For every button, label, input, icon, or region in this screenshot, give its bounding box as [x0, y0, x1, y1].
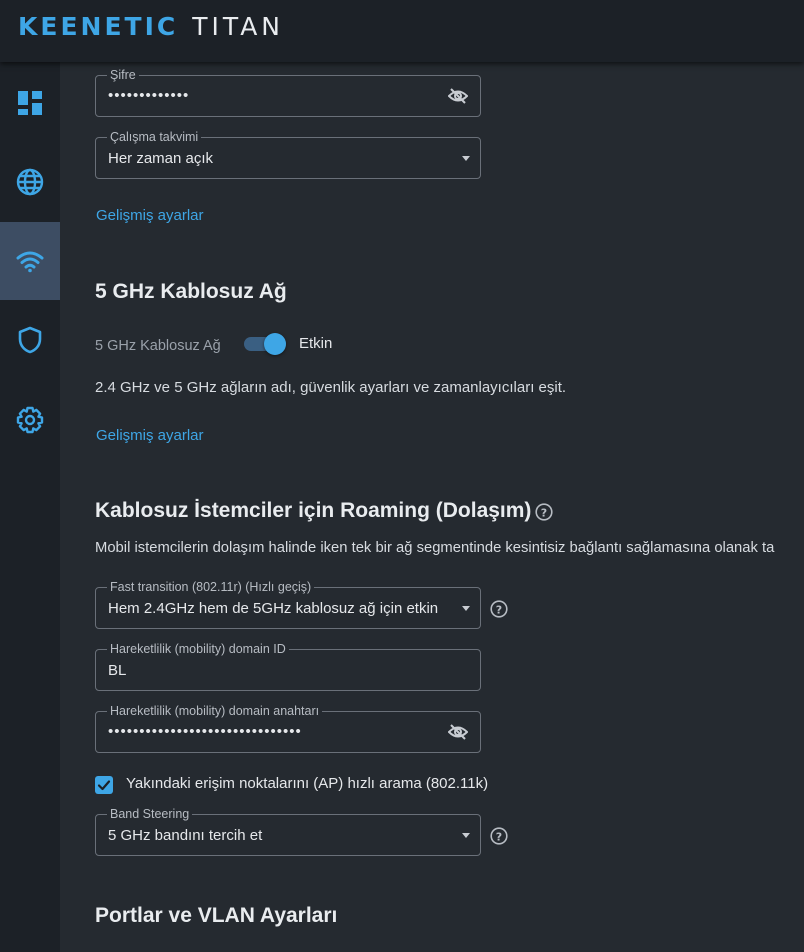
eye-off-icon	[447, 724, 469, 740]
fast-transition-select[interactable]: Fast transition (802.11r) (Hızlı geçiş) …	[95, 580, 481, 629]
roaming-help-button[interactable]: ?	[535, 503, 553, 526]
globe-icon	[16, 168, 44, 196]
mobility-domain-key-field[interactable]: Hareketlilik (mobility) domain anahtarı …	[95, 704, 481, 753]
sidebar-item-settings[interactable]	[0, 381, 60, 459]
sidebar	[0, 62, 60, 952]
chevron-down-icon	[462, 156, 470, 161]
toggle-knob	[264, 333, 286, 355]
logo-brand: KEENETIC	[18, 12, 179, 41]
password-value: •••••••••••••	[108, 87, 190, 104]
fast-scan-checkbox[interactable]	[95, 776, 113, 794]
mobility-domain-key-value: •••••••••••••••••••••••••••••••	[108, 723, 302, 740]
mobility-domain-key-label: Hareketlilik (mobility) domain anahtarı	[107, 704, 323, 718]
toggle-key-visibility-button[interactable]	[447, 723, 469, 746]
band-steering-value: 5 GHz bandını tercih et	[108, 827, 263, 844]
top-bar: KEENETIC TITAN	[0, 0, 804, 62]
svg-text:?: ?	[496, 603, 502, 616]
sidebar-item-dashboard[interactable]	[0, 64, 60, 142]
fast-scan-label[interactable]: Yakındaki erişim noktalarını (AP) hızlı …	[126, 775, 488, 792]
help-icon: ?	[490, 600, 508, 618]
fast-transition-label: Fast transition (802.11r) (Hızlı geçiş)	[107, 580, 315, 594]
fast-transition-value: Hem 2.4GHz hem de 5GHz kablosuz ağ için …	[108, 600, 439, 617]
sidebar-item-security[interactable]	[0, 301, 60, 379]
advanced-settings-link-5[interactable]: Gelişmiş ayarlar	[96, 427, 204, 444]
section-heading-roaming: Kablosuz İstemciler için Roaming (Dolaşı…	[95, 499, 532, 522]
band-steering-label: Band Steering	[107, 807, 193, 821]
band-steering-help-button[interactable]: ?	[490, 827, 508, 850]
main-content: Şifre ••••••••••••• Çalışma takvimi Her …	[60, 62, 804, 952]
logo-model: TITAN	[192, 12, 285, 41]
shield-icon	[18, 326, 42, 354]
sidebar-item-wifi[interactable]	[0, 222, 60, 300]
mobility-domain-id-field[interactable]: Hareketlilik (mobility) domain ID BL	[95, 642, 481, 691]
help-icon: ?	[535, 503, 553, 521]
eye-off-icon	[447, 88, 469, 104]
wifi-icon	[16, 251, 44, 273]
wifi5-note: 2.4 GHz ve 5 GHz ağların adı, güvenlik a…	[95, 379, 567, 396]
schedule-label: Çalışma takvimi	[107, 130, 202, 144]
section-heading-5ghz: 5 GHz Kablosuz Ağ	[95, 280, 287, 303]
band-steering-select[interactable]: Band Steering 5 GHz bandını tercih et	[95, 807, 481, 856]
password-field[interactable]: Şifre •••••••••••••	[95, 68, 481, 117]
svg-text:?: ?	[496, 830, 502, 843]
fast-transition-help-button[interactable]: ?	[490, 600, 508, 623]
help-icon: ?	[490, 827, 508, 845]
wifi5-toggle-state: Etkin	[299, 335, 333, 352]
toggle-password-visibility-button[interactable]	[447, 87, 469, 110]
schedule-select[interactable]: Çalışma takvimi Her zaman açık	[95, 130, 481, 179]
password-label: Şifre	[107, 68, 139, 82]
chevron-down-icon	[462, 606, 470, 611]
chevron-down-icon	[462, 833, 470, 838]
svg-text:?: ?	[541, 506, 547, 519]
checkmark-icon	[97, 780, 111, 791]
wifi5-toggle[interactable]	[244, 333, 286, 355]
section-heading-ports: Portlar ve VLAN Ayarları	[95, 904, 338, 927]
mobility-domain-id-label: Hareketlilik (mobility) domain ID	[107, 642, 289, 656]
wifi5-toggle-label: 5 GHz Kablosuz Ağ	[95, 338, 221, 354]
gear-icon	[16, 406, 44, 434]
schedule-value: Her zaman açık	[108, 150, 214, 167]
mobility-domain-id-value: BL	[108, 662, 127, 679]
dashboard-icon	[18, 91, 42, 115]
sidebar-item-internet[interactable]	[0, 143, 60, 221]
advanced-settings-link-24[interactable]: Gelişmiş ayarlar	[96, 207, 204, 224]
roaming-description: Mobil istemcilerin dolaşım halinde iken …	[95, 540, 775, 556]
keenetic-logo[interactable]: KEENETIC TITAN	[18, 12, 284, 41]
